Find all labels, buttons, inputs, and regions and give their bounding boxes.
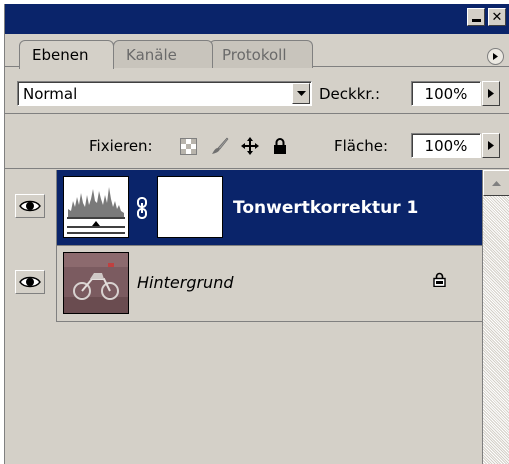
visibility-toggle[interactable]	[15, 194, 45, 218]
layers-list: Tonwertkorrektur 1 Hintergrund	[5, 170, 482, 464]
visibility-toggle[interactable]	[15, 270, 45, 294]
tab-label: Protokoll	[222, 45, 287, 64]
opacity-field[interactable]: 100%	[411, 81, 481, 106]
lock-transparency-icon[interactable]	[179, 137, 197, 155]
tab-bar: Protokoll Kanäle Ebenen	[5, 34, 509, 69]
triangle-right-icon	[488, 89, 494, 98]
levels-histogram-icon	[64, 177, 128, 237]
eye-icon	[19, 200, 41, 212]
minimize-icon	[471, 18, 481, 22]
opacity-slider-button[interactable]	[482, 81, 500, 106]
layer-mask-thumbnail[interactable]	[157, 176, 223, 238]
tab-label: Kanäle	[126, 45, 177, 64]
link-chain-icon[interactable]	[135, 197, 149, 219]
visibility-column	[5, 170, 57, 246]
layer-row-tonwertkorrektur[interactable]: Tonwertkorrektur 1	[5, 170, 482, 246]
fill-label: Fläche:	[334, 137, 389, 155]
fill-value: 100%	[424, 136, 468, 155]
lock-row: Fixieren: Fläche: 100%	[5, 115, 509, 169]
triangle-right-icon	[488, 141, 494, 150]
panel-titlebar[interactable]: ✕	[5, 4, 509, 34]
lock-icon	[433, 272, 446, 291]
tab-protokoll[interactable]: Protokoll	[209, 40, 313, 68]
levels-adjustment-thumbnail[interactable]	[63, 176, 129, 238]
tab-ebenen[interactable]: Ebenen	[19, 40, 114, 69]
chevron-up-icon	[492, 181, 501, 186]
fill-field[interactable]: 100%	[411, 133, 481, 158]
lock-move-icon[interactable]	[241, 137, 259, 155]
lock-label: Fixieren:	[89, 137, 153, 155]
blend-row: Normal Deckkr.: 100%	[5, 68, 509, 114]
scroll-up-button[interactable]	[483, 170, 509, 196]
close-icon: ✕	[491, 9, 503, 25]
minimize-button[interactable]	[467, 8, 485, 26]
visibility-column	[5, 246, 57, 322]
chevron-down-icon	[296, 90, 306, 96]
close-button[interactable]: ✕	[488, 8, 506, 26]
lock-brush-icon[interactable]	[211, 137, 229, 155]
dropdown-button[interactable]	[292, 83, 310, 104]
opacity-value: 100%	[424, 84, 468, 103]
tab-label: Ebenen	[32, 46, 89, 64]
fill-slider-button[interactable]	[482, 133, 500, 158]
tab-kanaele[interactable]: Kanäle	[113, 40, 213, 68]
layer-name[interactable]: Hintergrund	[137, 273, 233, 292]
motorcycle-photo-icon	[64, 253, 128, 313]
blend-mode-select[interactable]: Normal	[17, 81, 312, 106]
layer-name[interactable]: Tonwertkorrektur 1	[233, 198, 418, 218]
opacity-label: Deckkr.:	[319, 85, 381, 103]
blend-mode-value: Normal	[23, 84, 78, 103]
image-thumbnail[interactable]	[63, 252, 129, 314]
panel-menu-button[interactable]	[487, 48, 504, 65]
vertical-scrollbar[interactable]	[482, 170, 509, 464]
triangle-right-icon	[493, 53, 498, 60]
lock-all-icon[interactable]	[271, 137, 289, 155]
layers-panel: ✕ Protokoll Kanäle Ebenen Normal Deckkr.…	[4, 4, 509, 464]
eye-icon	[19, 276, 41, 288]
layer-row-hintergrund[interactable]: Hintergrund	[5, 246, 482, 322]
